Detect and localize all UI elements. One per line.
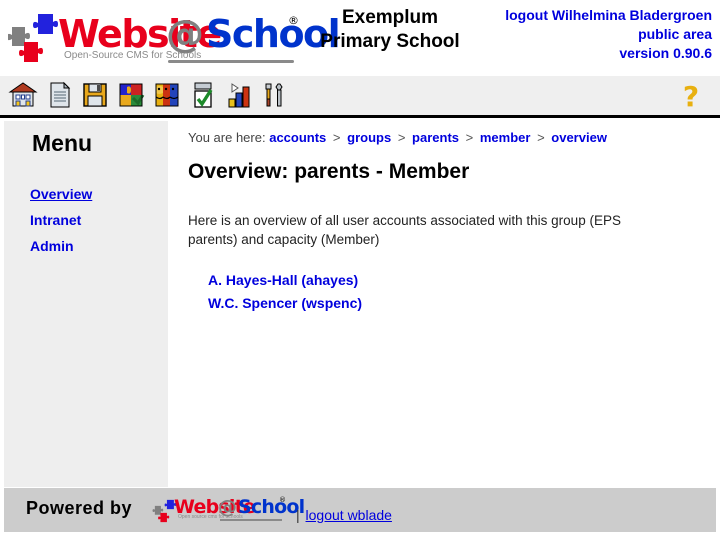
accounts-icon[interactable] xyxy=(152,79,182,111)
school-name-line2: Primary School xyxy=(320,31,460,52)
breadcrumb: You are here: accounts > groups > parent… xyxy=(188,130,607,145)
save-icon[interactable] xyxy=(80,79,110,111)
account-link-ahayes[interactable]: A. Hayes-Hall (ahayes) xyxy=(208,269,608,292)
help-glyph: ? xyxy=(683,80,699,112)
sidebar-item-admin[interactable]: Admin xyxy=(30,233,160,259)
footer-separator: | xyxy=(296,507,300,523)
school-name-line1: Exemplum xyxy=(341,7,439,28)
header-user-info: logout Wilhelmina Bladergroen public are… xyxy=(505,6,712,63)
page-title: Overview: parents - Member xyxy=(188,160,470,183)
sidebar: Menu Overview Intranet Admin xyxy=(4,121,168,487)
tasks-icon[interactable] xyxy=(188,79,218,111)
footer-logo-word-school: School xyxy=(238,496,305,518)
breadcrumb-item-accounts[interactable]: accounts xyxy=(269,130,326,145)
statistics-icon[interactable] xyxy=(224,79,254,111)
page-footer: Powered by Website @ School ® Open sourc… xyxy=(4,488,716,532)
footer-registered-mark: ® xyxy=(279,496,286,504)
area-label: public area xyxy=(638,26,712,42)
breadcrumb-item-overview[interactable]: overview xyxy=(551,130,607,145)
sidebar-item-intranet[interactable]: Intranet xyxy=(30,207,160,233)
home-icon[interactable] xyxy=(8,79,38,111)
footer-logout-link[interactable]: logout wblade xyxy=(306,507,392,523)
tools-icon[interactable] xyxy=(260,79,290,111)
main-toolbar: ? xyxy=(0,76,720,118)
logo-underline xyxy=(168,60,294,63)
registered-mark: ® xyxy=(288,14,299,27)
breadcrumb-prefix: You are here: xyxy=(188,130,266,145)
sidebar-item-overview[interactable]: Overview xyxy=(30,181,160,207)
site-logo[interactable]: Website @ School ® Open-Source CMS for S… xyxy=(8,6,341,70)
breadcrumb-separator: > xyxy=(537,130,545,145)
toolbar-icon-group xyxy=(8,79,290,111)
modules-icon[interactable] xyxy=(116,79,146,111)
account-list: A. Hayes-Hall (ahayes) W.C. Spencer (wsp… xyxy=(208,269,608,315)
version-label: version 0.90.6 xyxy=(619,45,712,61)
footer-logo-underline xyxy=(220,519,282,521)
page-header: Website @ School ® Open-Source CMS for S… xyxy=(0,0,720,76)
help-icon[interactable]: ? xyxy=(676,80,706,112)
breadcrumb-item-member[interactable]: member xyxy=(480,130,531,145)
intro-text: Here is an overview of all user accounts… xyxy=(188,213,621,247)
footer-logo[interactable]: Website @ School ® Open source cms for s… xyxy=(152,494,305,526)
sidebar-title: Menu xyxy=(32,130,93,156)
page-icon[interactable] xyxy=(44,79,74,111)
powered-by-label: Powered by xyxy=(26,498,133,518)
sidebar-menu-list: Overview Intranet Admin xyxy=(30,181,160,259)
breadcrumb-separator: > xyxy=(397,130,406,145)
main-content: You are here: accounts > groups > parent… xyxy=(172,121,712,487)
breadcrumb-item-parents[interactable]: parents xyxy=(412,130,459,145)
breadcrumb-item-groups[interactable]: groups xyxy=(347,130,391,145)
breadcrumb-separator: > xyxy=(332,130,341,145)
logo-wordmark: Website @ School ® Open-Source CMS for S… xyxy=(56,10,341,64)
account-link-wspenc[interactable]: W.C. Spencer (wspenc) xyxy=(208,292,608,315)
school-name: Exemplum Primary School xyxy=(300,6,480,54)
logout-user-link[interactable]: logout Wilhelmina Bladergroen xyxy=(505,6,712,25)
footer-logout-area: | logout wblade xyxy=(296,507,392,523)
breadcrumb-separator: > xyxy=(465,130,474,145)
